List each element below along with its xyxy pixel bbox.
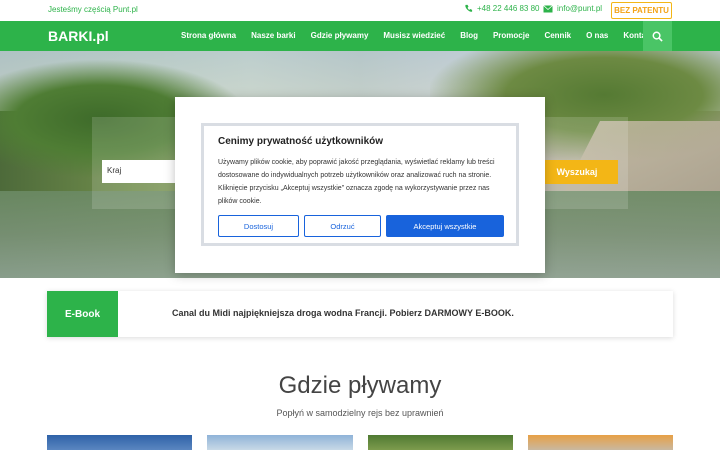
destination-card[interactable] (527, 435, 673, 450)
phone-icon (465, 4, 473, 12)
nav-search-button[interactable] (643, 21, 672, 51)
cookie-consent-modal: Cenimy prywatność użytkowników Używamy p… (175, 97, 545, 273)
bez-patentu-button[interactable]: BEZ PATENTU (611, 2, 672, 19)
nav-item-nasze-barki[interactable]: Nasze barki (251, 31, 295, 40)
destination-card[interactable] (47, 435, 193, 450)
email-address: info@punt.pl (557, 4, 603, 13)
nav-item-promocje[interactable]: Promocje (493, 31, 529, 40)
destination-cards (47, 435, 673, 450)
cookie-title: Cenimy prywatność użytkowników (218, 136, 384, 147)
cookie-description: Używamy plików cookie, aby poprawić jako… (218, 159, 495, 205)
phone-number: +48 22 446 83 80 (477, 4, 540, 13)
search-icon (652, 31, 663, 42)
phone-link[interactable]: +48 22 446 83 80 (464, 4, 540, 13)
top-utility-bar: Jesteśmy częścią Punt.pl +48 22 446 83 8… (0, 0, 720, 21)
ebook-banner[interactable]: E-Book Canal du Midi najpiękniejsza drog… (47, 291, 673, 337)
ebook-message: Canal du Midi najpiękniejsza droga wodna… (172, 308, 514, 318)
destination-card[interactable] (367, 435, 513, 450)
punt-tagline-link[interactable]: Jesteśmy częścią Punt.pl (48, 5, 138, 14)
nav-item-blog[interactable]: Blog (460, 31, 478, 40)
section-subtitle: Popłyń w samodzielny rejs bez uprawnień (276, 408, 444, 418)
destination-card[interactable] (207, 435, 353, 450)
ebook-badge: E-Book (47, 291, 118, 337)
country-select[interactable]: Kraj (102, 160, 182, 183)
nav-item-musisz-wiedziec[interactable]: Musisz wiedzieć (383, 31, 445, 40)
site-logo[interactable]: BARKI.pl (48, 28, 109, 44)
section-title: Gdzie pływamy (278, 372, 442, 399)
cookie-reject-button[interactable]: Odrzuć (304, 215, 381, 237)
nav-item-gdzie-plywamy[interactable]: Gdzie pływamy (311, 31, 369, 40)
email-link[interactable]: info@punt.pl (543, 4, 602, 13)
nav-item-cennik[interactable]: Cennik (544, 31, 571, 40)
nav-item-o-nas[interactable]: O nas (586, 31, 608, 40)
envelope-icon (543, 4, 553, 12)
cookie-accept-all-button[interactable]: Akceptuj wszystkie (386, 215, 504, 237)
cookie-customize-button[interactable]: Dostosuj (218, 215, 299, 237)
search-submit-button[interactable]: Wyszukaj (536, 160, 618, 184)
nav-menu: Strona główna Nasze barki Gdzie pływamy … (181, 31, 653, 40)
nav-item-strona-glowna[interactable]: Strona główna (181, 31, 236, 40)
cookie-consent-box: Cenimy prywatność użytkowników Używamy p… (201, 123, 519, 246)
main-navbar: BARKI.pl Strona główna Nasze barki Gdzie… (0, 21, 720, 51)
